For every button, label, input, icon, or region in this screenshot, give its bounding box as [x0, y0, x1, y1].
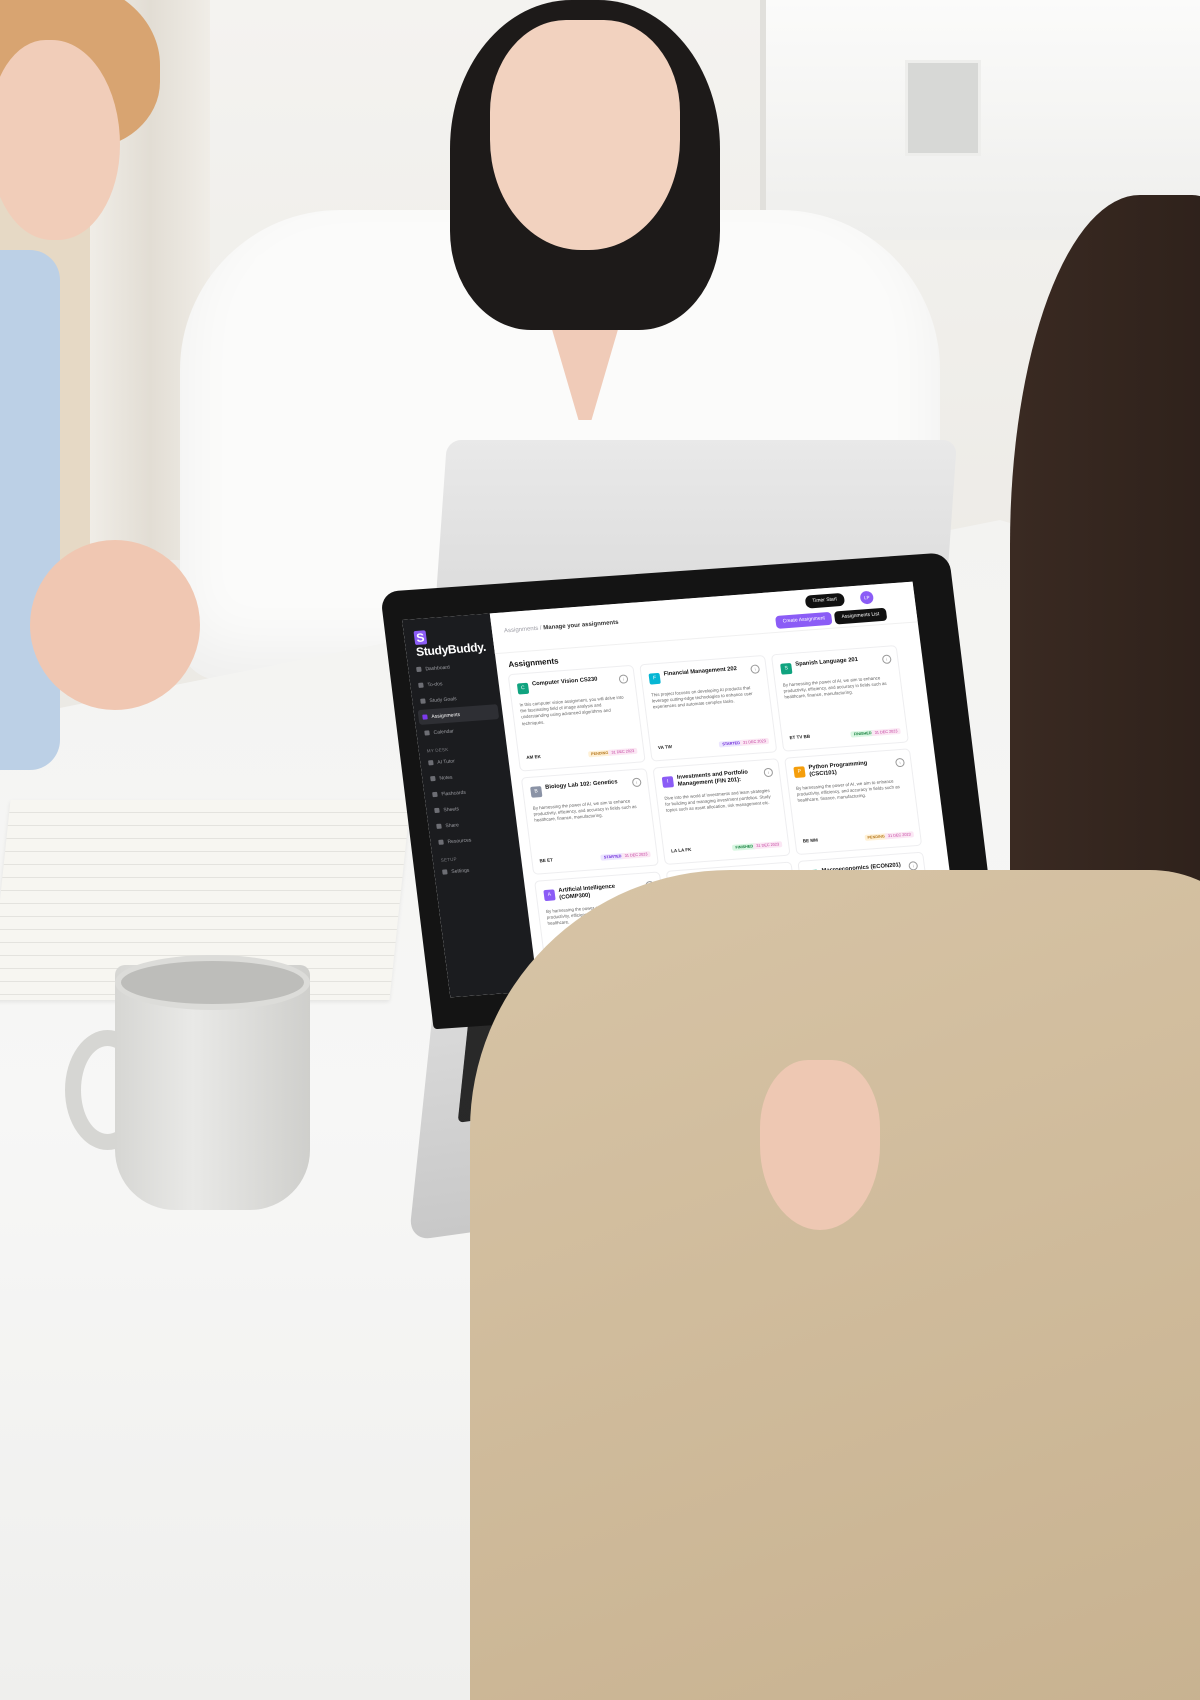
assignments-list-button[interactable]: Assignments List: [833, 607, 888, 625]
course-initial-icon: C: [516, 682, 530, 695]
member-avatars[interactable]: VA TW: [658, 744, 673, 750]
clipboard-icon: [422, 714, 428, 720]
card-footer: LA LA FK FINISHED 31 DEC 2023: [671, 840, 783, 857]
member-avatars[interactable]: LA LA FK: [671, 847, 692, 853]
course-initial-icon: B: [530, 786, 543, 798]
card-description: By harnessing the power of AI, we aim to…: [795, 778, 901, 804]
card-description: In this computer vision assignment, you …: [519, 694, 624, 726]
home-icon: [416, 666, 422, 673]
photo-scene: SStudyBuddy. Dashboard To-dos Study Goal…: [0, 0, 1200, 1700]
calendar-icon: [424, 730, 430, 736]
window-pane: [905, 60, 981, 156]
page-title: Assignments: [507, 656, 560, 670]
breadcrumb-current: Manage your assignments: [543, 619, 619, 632]
gear-icon: [442, 869, 448, 875]
card-description: By harnessing the power of AI, we aim to…: [532, 798, 637, 824]
card-footer: AM EK PENDING 31 DEC 2023: [526, 747, 638, 764]
card-footer: VA TW STARTED 31 DEC 2023: [658, 737, 770, 754]
course-initial-icon: I: [661, 776, 675, 788]
info-icon[interactable]: i: [763, 767, 774, 778]
timer-start-button[interactable]: Timer Start: [804, 592, 845, 609]
card-footer: BE MM PENDING 31 DEC 2023: [803, 830, 915, 847]
avatar[interactable]: LP: [859, 590, 875, 605]
folder-icon: [438, 839, 444, 845]
member-avatars[interactable]: ET TV BB: [789, 734, 810, 741]
info-icon[interactable]: i: [750, 664, 761, 674]
due-date-badge: 31 DEC 2023: [871, 727, 901, 737]
course-initial-icon: S: [780, 662, 793, 675]
assignment-card[interactable]: F Financial Management 202 i This project f…: [639, 654, 778, 762]
woman-right-hand: [760, 1060, 880, 1230]
info-icon[interactable]: i: [631, 777, 642, 788]
note-icon: [430, 775, 436, 782]
due-date-badge: 31 DEC 2023: [884, 831, 915, 840]
robot-icon: [428, 760, 434, 766]
member-avatars[interactable]: BE MM: [803, 837, 819, 843]
woman-right-sweater: [470, 870, 1200, 1700]
mug-rim: [115, 955, 310, 1010]
create-assignment-button[interactable]: Create Assignment: [775, 611, 833, 629]
info-icon[interactable]: i: [881, 654, 892, 665]
breadcrumb: Assignments / Manage your assignments: [504, 620, 619, 635]
card-title: Spanish Language 201: [794, 656, 859, 668]
target-icon: [420, 698, 426, 704]
card-title: Financial Management 202: [663, 666, 738, 678]
share-icon: [436, 823, 442, 829]
woman-left-hands: [30, 540, 200, 710]
assignment-card[interactable]: S Spanish Language 201 i By harnessing the …: [770, 644, 909, 752]
card-title: Python Programming (CSCI101): [808, 760, 868, 778]
cards-icon: [432, 791, 438, 798]
member-avatars[interactable]: AM EK: [526, 754, 541, 760]
assignment-card[interactable]: B Biology Lab 102: Genetics i By harnessing…: [520, 768, 659, 875]
assignment-card[interactable]: C Computer Vision CS230 i In this computer …: [507, 664, 646, 772]
due-date-badge: 31 DEC 2023: [739, 737, 770, 746]
woman-center-face: [490, 20, 680, 250]
member-avatars[interactable]: BE ET: [539, 857, 553, 863]
info-icon[interactable]: i: [894, 757, 906, 768]
course-initial-icon: A: [543, 889, 556, 902]
card-title: Computer Vision CS230: [531, 676, 598, 688]
card-title: Investments and Portfolio Management (FI…: [676, 769, 749, 788]
card-title: Biology Lab 102: Genetics: [544, 779, 618, 791]
card-description: Dive into the world of investments and l…: [664, 787, 771, 814]
sidebar-item-settings[interactable]: Settings: [437, 859, 519, 880]
course-initial-icon: F: [648, 672, 661, 685]
woman-left-shirt: [0, 250, 60, 770]
due-date-badge: 31 DEC 2023: [752, 841, 783, 850]
card-description: By harnessing the power of AI, we aim to…: [782, 675, 887, 700]
studybuddy-logo[interactable]: SStudyBuddy.: [413, 625, 494, 659]
breadcrumb-root[interactable]: Assignments /: [504, 626, 542, 635]
check-icon: [418, 682, 424, 688]
info-icon[interactable]: i: [618, 674, 629, 684]
card-footer: BE ET STARTED 31 DEC 2023: [539, 850, 651, 867]
due-date-badge: 31 DEC 2023: [621, 851, 651, 860]
card-description: This project focuses on developing AI pr…: [650, 685, 753, 710]
assignment-card[interactable]: I Investments and Portfolio Management (F…: [652, 758, 791, 865]
due-date-badge: 31 DEC 2023: [608, 747, 638, 756]
sheet-icon: [434, 807, 440, 814]
assignment-card[interactable]: P Python Programming (CSCI101) i By harness…: [784, 748, 923, 856]
course-initial-icon: P: [793, 766, 806, 778]
card-footer: ET TV BB FINISHED 31 DEC 2023: [789, 727, 901, 744]
